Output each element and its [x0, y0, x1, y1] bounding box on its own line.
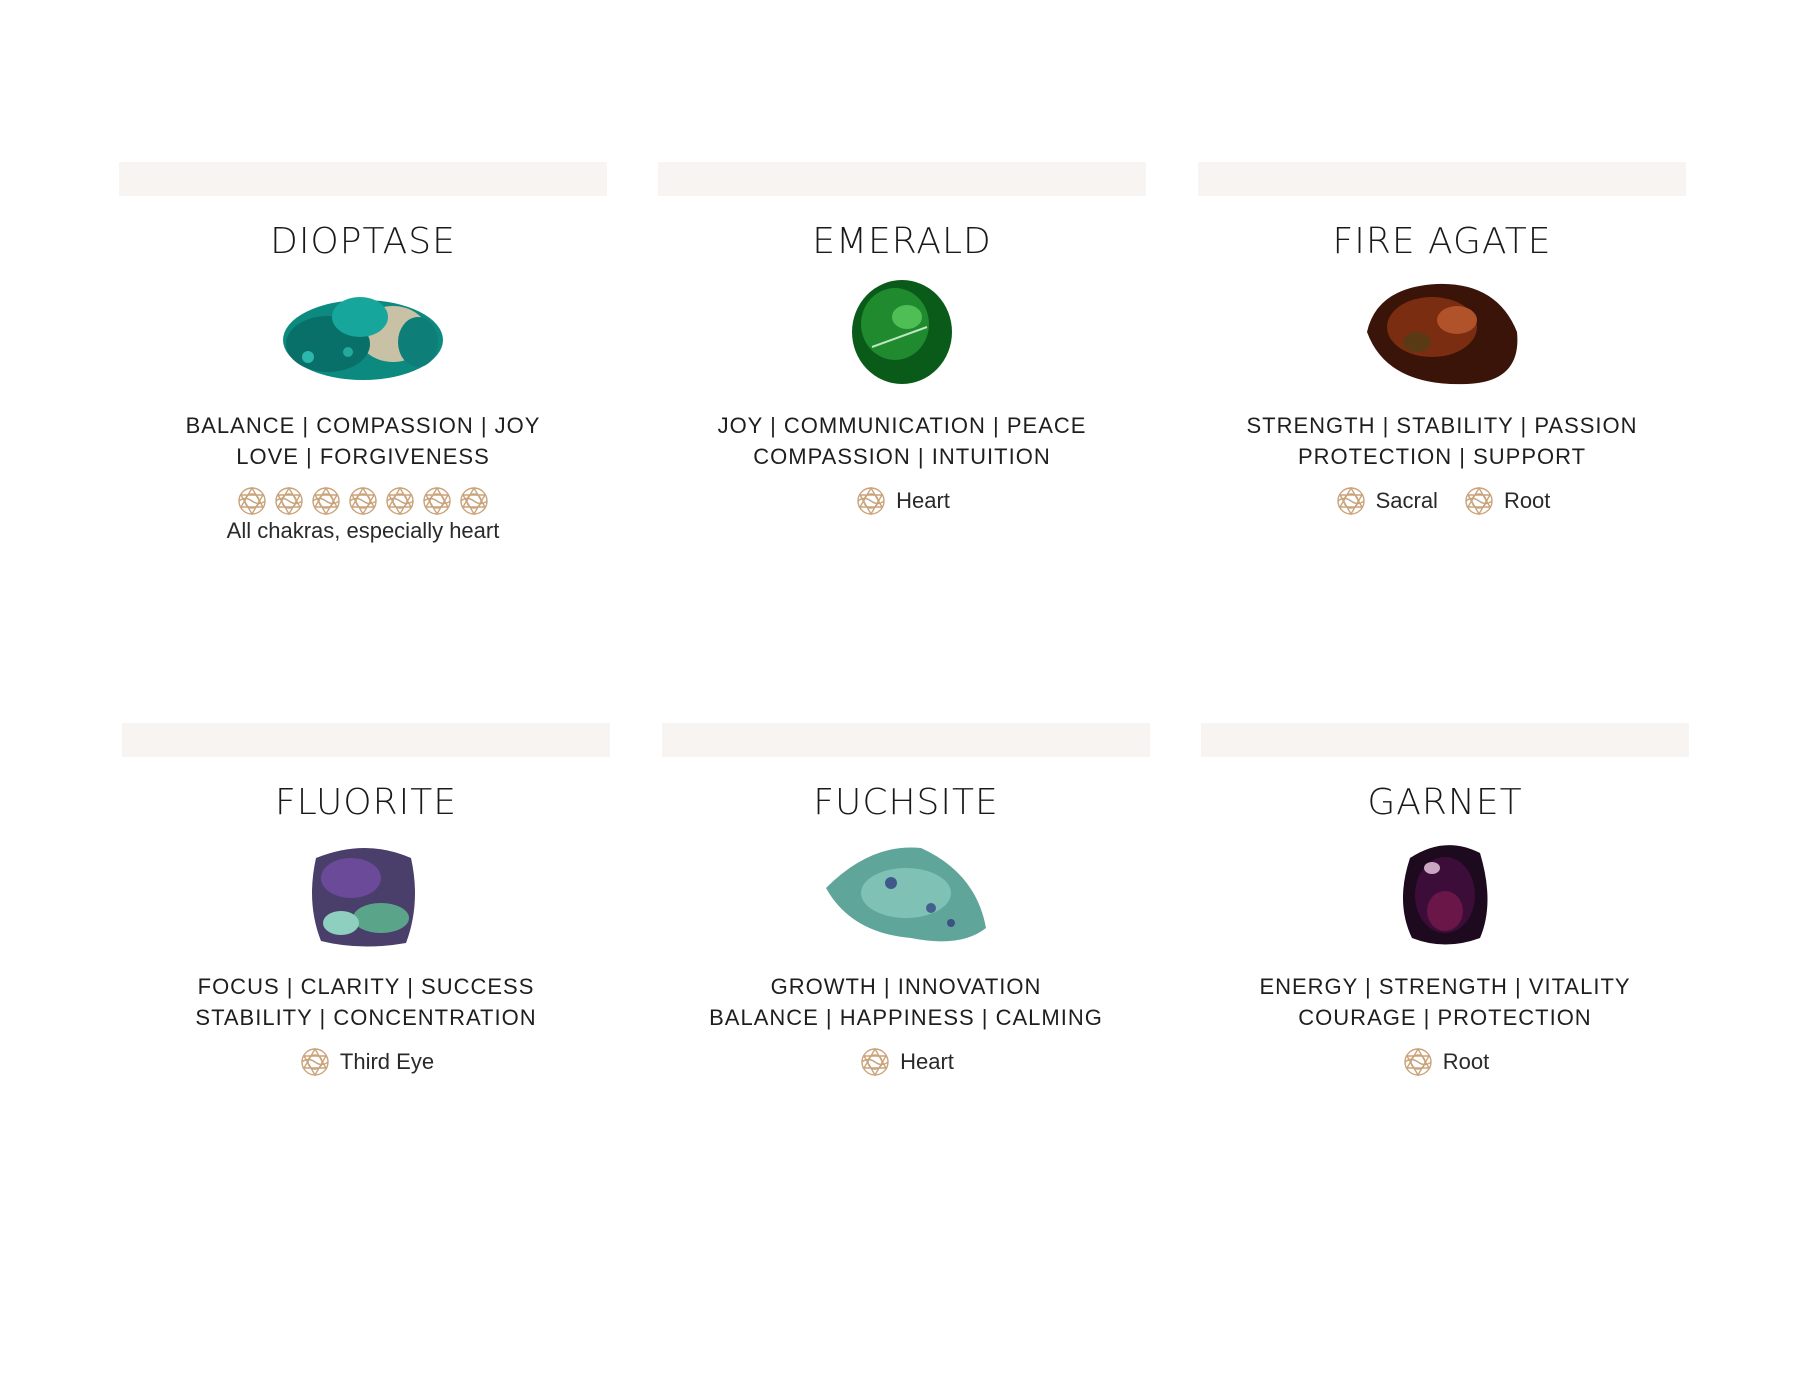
fire-agate-stone-image [1367, 283, 1518, 385]
card-fuchsite: FUCHSITE GROWTH | INNOVATION BALANCE | H… [662, 723, 1150, 1079]
stone-name: FIRE AGATE [1332, 221, 1552, 262]
chakra-item-root: Root [1462, 484, 1550, 518]
root-chakra-icon [1462, 484, 1496, 518]
properties-line-1: STRENGTH | STABILITY | PASSION [1246, 413, 1638, 438]
third-eye-chakra-icon [298, 1045, 332, 1079]
chakra-list: Heart [658, 484, 1146, 518]
chakra-label: Root [1442, 1049, 1490, 1074]
card-header-band [662, 723, 1150, 757]
stone-properties: STRENGTH | STABILITY | PASSION PROTECTIO… [1198, 410, 1686, 472]
card-header-band [658, 162, 1146, 196]
card-fire-agate: FIRE AGATE STRENGTH | STABILITY | PASSIO… [1198, 162, 1686, 518]
chakra-list: Root [1201, 1045, 1689, 1079]
stone-name: FLUORITE [274, 782, 458, 823]
card-header-band [122, 723, 610, 757]
properties-line-2: COURAGE | PROTECTION [1298, 1005, 1592, 1030]
stone-properties: ENERGY | STRENGTH | VITALITY COURAGE | P… [1201, 971, 1689, 1033]
fluorite-stone-image [312, 848, 415, 947]
chakra-label: Sacral [1375, 488, 1438, 513]
stone-properties: BALANCE | COMPASSION | JOY LOVE | FORGIV… [119, 410, 607, 472]
card-header-band [1201, 723, 1689, 757]
properties-line-2: BALANCE | HAPPINESS | CALMING [709, 1005, 1103, 1030]
chakra-item-heart: Heart [858, 1045, 954, 1079]
heart-chakra-icon [858, 1045, 892, 1079]
chakra-item-root: Root [1401, 1045, 1489, 1079]
emerald-stone-image [852, 280, 952, 384]
chakra-item-third-eye: Third Eye [298, 1045, 434, 1079]
properties-line-1: GROWTH | INNOVATION [770, 974, 1042, 999]
properties-line-2: PROTECTION | SUPPORT [1297, 444, 1587, 469]
stone-name: GARNET [1367, 782, 1523, 823]
chakra-symbol-icon [383, 484, 417, 518]
stone-properties: JOY | COMMUNICATION | PEACE COMPASSION |… [658, 410, 1146, 472]
dioptase-stone-image [283, 297, 443, 380]
fuchsite-stone-image [826, 847, 986, 942]
chakra-label: Heart [900, 1049, 954, 1074]
card-garnet: GARNET ENERGY | STRENGTH | VITALITY COUR… [1201, 723, 1689, 1079]
card-dioptase: DIOPTASE BALANCE | COMPASSION | JOY LOVE… [119, 162, 607, 544]
chakra-symbol-icon [420, 484, 454, 518]
root-chakra-icon [1401, 1045, 1435, 1079]
sacral-chakra-icon [1334, 484, 1368, 518]
chakra-list: Sacral Root [1198, 484, 1686, 518]
chakra-symbol-icon [346, 484, 380, 518]
chakra-symbol-icon [272, 484, 306, 518]
card-emerald: EMERALD JOY | COMMUNICATION | PEACE COMP… [658, 162, 1146, 518]
card-header-band [1198, 162, 1686, 196]
stone-properties: FOCUS | CLARITY | SUCCESS STABILITY | CO… [122, 971, 610, 1033]
properties-line-2: STABILITY | CONCENTRATION [195, 1005, 537, 1030]
properties-line-1: JOY | COMMUNICATION | PEACE [717, 413, 1087, 438]
properties-line-1: ENERGY | STRENGTH | VITALITY [1259, 974, 1631, 999]
chakra-icons-row [119, 484, 607, 518]
chakra-symbol-icon [457, 484, 491, 518]
stone-properties: GROWTH | INNOVATION BALANCE | HAPPINESS … [662, 971, 1150, 1033]
properties-line-1: FOCUS | CLARITY | SUCCESS [197, 974, 535, 999]
chakra-symbol-icon [309, 484, 343, 518]
stone-name: EMERALD [812, 221, 992, 262]
chakra-symbol-icon [235, 484, 269, 518]
chakra-note: All chakras, especially heart [226, 518, 500, 543]
stone-name: DIOPTASE [270, 221, 456, 262]
properties-line-2: COMPASSION | INTUITION [753, 444, 1051, 469]
properties-line-1: BALANCE | COMPASSION | JOY [185, 413, 541, 438]
properties-line-2: LOVE | FORGIVENESS [236, 444, 490, 469]
chakra-list: Third Eye [122, 1045, 610, 1079]
chakra-item-heart: Heart [854, 484, 950, 518]
heart-chakra-icon [854, 484, 888, 518]
chakra-label: Heart [896, 488, 950, 513]
chakra-label: Root [1503, 488, 1551, 513]
card-fluorite: FLUORITE FOCUS | CLARITY | SUCCESS STABI… [122, 723, 610, 1079]
chakra-label: Third Eye [339, 1049, 435, 1074]
card-header-band [119, 162, 607, 196]
chakra-list: Heart [662, 1045, 1150, 1079]
chakra-item-sacral: Sacral [1334, 484, 1438, 518]
stone-name: FUCHSITE [813, 782, 999, 823]
garnet-stone-image [1402, 845, 1488, 945]
